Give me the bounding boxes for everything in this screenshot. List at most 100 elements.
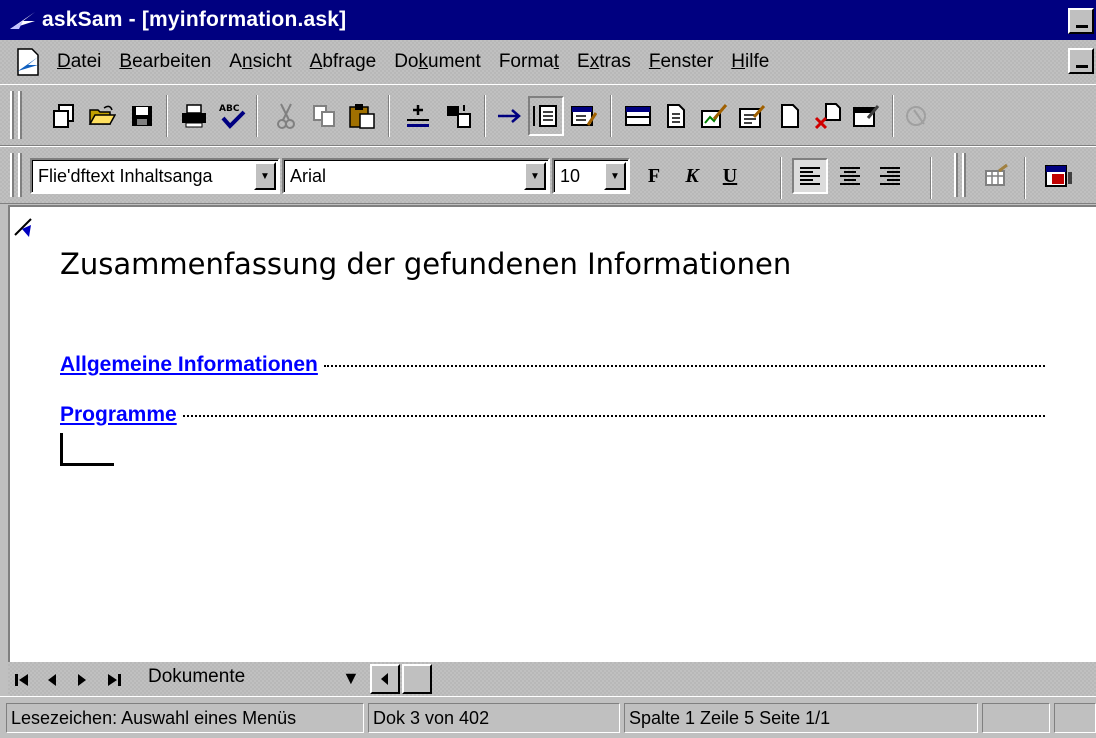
page-title: Zusammenfassung der gefundenen Informati… — [60, 247, 792, 281]
menu-abfrage[interactable]: Abfrage — [301, 51, 386, 73]
last-document-icon[interactable] — [100, 666, 128, 694]
print-icon[interactable] — [176, 96, 212, 136]
toc-link-allgemeine-informationen[interactable]: Allgemeine Informationen — [60, 353, 318, 377]
save-icon[interactable] — [124, 96, 160, 136]
font-size-select[interactable]: 10 ▼ — [552, 158, 630, 194]
document-icon[interactable] — [8, 42, 48, 82]
copy-icon[interactable] — [306, 96, 342, 136]
open-folder-icon[interactable] — [84, 96, 120, 136]
font-size-value: 10 — [560, 165, 581, 186]
paragraph-style-select[interactable]: Flie'dftext Inhaltsanga ▼ — [30, 158, 280, 194]
new-window-icon[interactable] — [46, 96, 82, 136]
next-document-icon[interactable] — [68, 666, 96, 694]
dot-leader — [182, 415, 1045, 417]
bold-button[interactable]: F — [636, 158, 672, 194]
toolbar-separator — [892, 95, 894, 137]
window-title: askSam - [myinformation.ask] — [42, 8, 347, 31]
asksam-app-icon[interactable] — [6, 4, 40, 36]
toolbar-separator — [1024, 157, 1026, 199]
text-cursor-underline — [60, 463, 114, 466]
font-value: Arial — [290, 165, 327, 186]
menu-bar: Datei Bearbeiten Ansicht Abfrage Dokumen… — [0, 40, 1096, 84]
cut-icon[interactable] — [268, 96, 304, 136]
report-icon[interactable] — [696, 96, 732, 136]
scroll-left-button[interactable] — [370, 664, 400, 694]
title-bar: askSam - [myinformation.ask] — [0, 0, 1096, 40]
status-panel-empty — [982, 703, 1050, 733]
dot-leader — [323, 365, 1045, 367]
toolbar-separator — [930, 157, 932, 199]
menu-fenster[interactable]: Fenster — [640, 51, 722, 73]
toolbar-grip[interactable] — [18, 153, 22, 197]
horizontal-scroll-thumb[interactable] — [402, 664, 432, 694]
svg-text:ABC: ABC — [219, 104, 240, 114]
menu-bearbeiten[interactable]: Bearbeiten — [110, 51, 220, 73]
page-view-icon[interactable] — [658, 96, 694, 136]
chevron-down-icon[interactable]: ▼ — [524, 162, 546, 190]
table-insert-icon[interactable] — [978, 156, 1014, 196]
chevron-down-icon[interactable]: ▼ — [342, 668, 360, 689]
paste-icon[interactable] — [344, 96, 380, 136]
form-view-icon[interactable] — [566, 96, 602, 136]
toolbar-separator — [388, 95, 390, 137]
menu-ansicht[interactable]: Ansicht — [220, 51, 300, 73]
menu-dokument[interactable]: Dokument — [385, 51, 490, 73]
format-toolbar: Flie'dftext Inhaltsanga ▼ Arial ▼ 10 ▼ F… — [0, 146, 1096, 204]
insert-line-icon[interactable] — [400, 96, 436, 136]
align-left-button[interactable] — [792, 158, 828, 194]
toolbar-separator — [256, 95, 258, 137]
document-view-icon[interactable] — [528, 96, 564, 136]
text-cursor — [60, 433, 63, 465]
document-minimize-button[interactable] — [1068, 48, 1094, 74]
navigator-view-label[interactable]: Dokumente — [148, 666, 245, 688]
document-properties-icon[interactable] — [848, 96, 884, 136]
jump-arrow-icon[interactable] — [492, 96, 528, 136]
toolbar-grip[interactable] — [10, 153, 14, 197]
first-document-icon[interactable] — [8, 666, 36, 694]
new-document-icon[interactable] — [772, 96, 808, 136]
document-area[interactable]: Zusammenfassung der gefundenen Informati… — [8, 205, 1096, 662]
menu-extras[interactable]: Extras — [568, 51, 640, 73]
font-select[interactable]: Arial ▼ — [282, 158, 550, 194]
minimize-button[interactable] — [1068, 8, 1094, 34]
help-pointer-icon[interactable] — [900, 96, 936, 136]
align-right-button[interactable] — [872, 158, 908, 194]
menu-format[interactable]: Format — [490, 51, 568, 73]
toolbar-grip[interactable] — [962, 153, 966, 197]
align-left-icon — [800, 167, 820, 185]
chevron-down-icon[interactable]: ▼ — [254, 162, 276, 190]
menu-hilfe[interactable]: Hilfe — [722, 51, 778, 73]
italic-button[interactable]: K — [674, 158, 710, 194]
scroll-left-icon — [381, 673, 388, 685]
standard-toolbar: ABC — [0, 84, 1096, 146]
menu-datei[interactable]: Datei — [48, 51, 110, 73]
cursor-position: Spalte 1 Zeile 5 Seite 1/1 — [624, 703, 978, 733]
paragraph-style-value: Flie'dftext Inhaltsanga — [38, 165, 213, 186]
toolbar-separator — [610, 95, 612, 137]
status-message: Lesezeichen: Auswahl eines Menüs — [6, 703, 364, 733]
toolbar-separator — [780, 157, 782, 199]
toc-entry: Programme — [60, 403, 1045, 427]
toolbar-separator — [484, 95, 486, 137]
insert-field-icon[interactable] — [440, 96, 476, 136]
align-center-button[interactable] — [832, 158, 868, 194]
previous-document-icon[interactable] — [38, 666, 66, 694]
edit-document-icon[interactable] — [734, 96, 770, 136]
spellcheck-icon[interactable]: ABC — [214, 96, 250, 136]
toolbar-grip[interactable] — [954, 153, 958, 197]
toolbar-grip[interactable] — [10, 91, 14, 139]
status-bar: Lesezeichen: Auswahl eines Menüs Dok 3 v… — [0, 696, 1096, 738]
bookmark-marker-icon[interactable] — [13, 215, 35, 244]
table-view-icon[interactable] — [620, 96, 656, 136]
underline-button[interactable]: U — [712, 158, 748, 194]
toolbar-grip[interactable] — [18, 91, 22, 139]
status-panel-empty — [1054, 703, 1096, 733]
toc-link-programme[interactable]: Programme — [60, 403, 177, 427]
document-navigator: Dokumente ▼ — [8, 662, 1096, 696]
delete-document-icon[interactable] — [810, 96, 846, 136]
toc-entry: Allgemeine Informationen — [60, 353, 1045, 377]
document-position: Dok 3 von 402 — [368, 703, 620, 733]
align-center-icon — [840, 167, 860, 185]
chevron-down-icon[interactable]: ▼ — [604, 162, 626, 190]
calendar-icon[interactable] — [1040, 156, 1076, 196]
